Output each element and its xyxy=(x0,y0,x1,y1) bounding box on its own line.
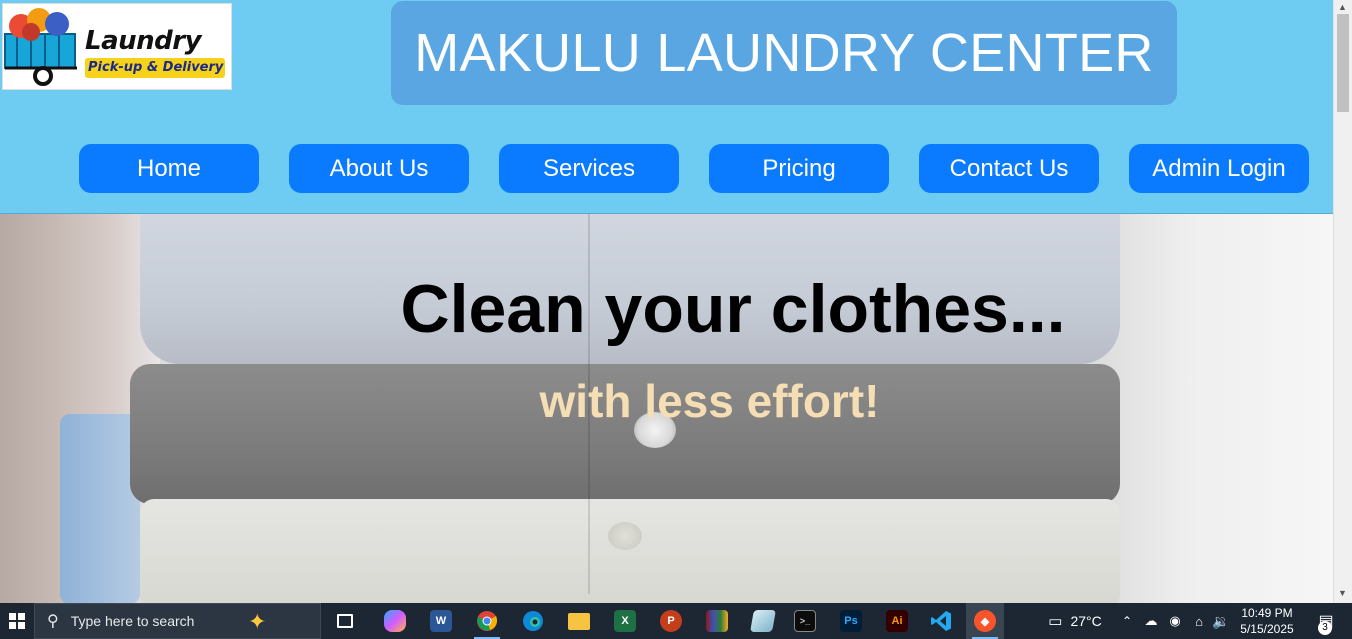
taskbar-search-box[interactable]: ⚲ Type here to search xyxy=(34,603,321,639)
taskbar-clock[interactable]: 10:49 PM 5/15/2025 xyxy=(1232,605,1302,637)
browser-viewport: Laundry Pick-up & Delivery MAKULU LAUNDR… xyxy=(0,0,1352,603)
brave-taskbar-button[interactable]: ◆ xyxy=(966,603,1004,639)
site-logo[interactable]: Laundry Pick-up & Delivery xyxy=(2,3,232,90)
search-placeholder: Type here to search xyxy=(70,613,195,629)
hero-title: Clean your clothes... xyxy=(400,271,1066,347)
weather-widget[interactable]: ▭ 27°C xyxy=(1030,603,1120,639)
site-header: Laundry Pick-up & Delivery MAKULU LAUNDR… xyxy=(0,0,1333,214)
powerpoint-taskbar-button[interactable]: P xyxy=(652,603,690,639)
chrome-icon xyxy=(477,611,498,631)
logo-tagline: Pick-up & Delivery xyxy=(85,58,225,78)
weather-icon: ▭ xyxy=(1048,613,1063,630)
file-explorer-icon xyxy=(568,612,590,630)
hero-shirt-button xyxy=(608,522,642,550)
page-scrollbar[interactable]: ▲ ▼ xyxy=(1333,0,1352,603)
main-nav: Home About Us Services Pricing Contact U… xyxy=(0,144,1333,193)
word-icon: W xyxy=(430,610,452,632)
word-taskbar-button[interactable]: W xyxy=(422,603,460,639)
weather-temperature: 27°C xyxy=(1070,613,1102,629)
nav-home-button[interactable]: Home xyxy=(79,144,259,193)
hero-subtitle: with less effort! xyxy=(539,375,880,427)
winrar-icon xyxy=(706,610,728,632)
notification-count-badge: 3 xyxy=(1318,621,1332,635)
terminal-taskbar-button[interactable]: >_ xyxy=(786,603,824,639)
hero-banner: Clean your clothes... with less effort! xyxy=(0,214,1333,603)
copilot-icon xyxy=(384,610,406,632)
scroll-up-arrow-icon[interactable]: ▲ xyxy=(1338,2,1347,12)
app-taskbar-button[interactable] xyxy=(744,603,782,639)
brave-icon: ◆ xyxy=(974,610,996,632)
logo-wordmark: Laundry xyxy=(85,26,202,56)
photoshop-icon: Ps xyxy=(840,610,862,632)
vscode-icon xyxy=(931,611,951,631)
onedrive-cloud-icon[interactable]: ☁ xyxy=(1140,603,1162,639)
start-button[interactable] xyxy=(0,603,34,639)
show-hidden-icons-chevron-icon[interactable]: ⌃ xyxy=(1118,603,1136,639)
network-icon[interactable]: ⌂ xyxy=(1188,603,1210,639)
meet-now-icon[interactable]: ◉ xyxy=(1164,603,1186,639)
nav-services-button[interactable]: Services xyxy=(499,144,679,193)
volume-icon[interactable]: 🔉 xyxy=(1210,603,1232,639)
hero-shirt-bottom xyxy=(140,499,1120,603)
search-highlight-icon: ✦ xyxy=(248,609,267,634)
windows-taskbar: ⚲ Type here to search ✦ W X P >_ Ps Ai ◆… xyxy=(0,603,1352,639)
illustrator-icon: Ai xyxy=(886,610,908,632)
edge-icon xyxy=(523,611,543,631)
excel-icon: X xyxy=(614,610,636,632)
laundry-basket-icon xyxy=(4,8,77,86)
photoshop-taskbar-button[interactable]: Ps xyxy=(832,603,870,639)
file-explorer-taskbar-button[interactable] xyxy=(560,603,598,639)
site-title-banner: MAKULU LAUNDRY CENTER xyxy=(391,1,1177,105)
copilot-button[interactable] xyxy=(376,603,414,639)
edge-taskbar-button[interactable] xyxy=(514,603,552,639)
scroll-thumb[interactable] xyxy=(1337,14,1349,112)
nav-admin-login-button[interactable]: Admin Login xyxy=(1129,144,1309,193)
nav-pricing-button[interactable]: Pricing xyxy=(709,144,889,193)
hero-shirt-blue xyxy=(60,414,140,603)
scroll-down-arrow-icon[interactable]: ▼ xyxy=(1338,588,1347,598)
app-icon xyxy=(750,610,776,632)
excel-taskbar-button[interactable]: X xyxy=(606,603,644,639)
clock-time: 10:49 PM xyxy=(1241,606,1293,620)
clock-date: 5/15/2025 xyxy=(1240,622,1294,636)
illustrator-taskbar-button[interactable]: Ai xyxy=(878,603,916,639)
powerpoint-icon: P xyxy=(660,610,682,632)
nav-about-us-button[interactable]: About Us xyxy=(289,144,469,193)
vscode-taskbar-button[interactable] xyxy=(922,603,960,639)
task-view-button[interactable] xyxy=(326,603,364,639)
chrome-taskbar-button[interactable] xyxy=(468,603,506,639)
windows-logo-icon xyxy=(9,613,25,629)
site-title: MAKULU LAUNDRY CENTER xyxy=(414,23,1154,83)
winrar-taskbar-button[interactable] xyxy=(698,603,736,639)
search-icon: ⚲ xyxy=(47,613,59,630)
terminal-icon: >_ xyxy=(794,610,816,632)
task-view-icon xyxy=(337,614,353,628)
nav-contact-us-button[interactable]: Contact Us xyxy=(919,144,1099,193)
